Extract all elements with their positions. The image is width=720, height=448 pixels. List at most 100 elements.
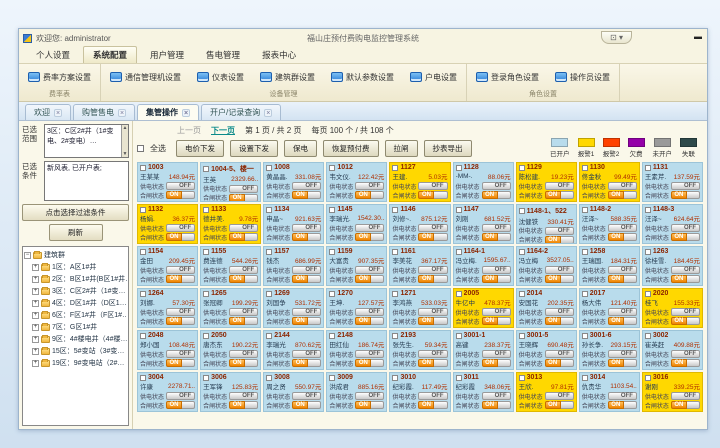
card-checkbox[interactable] <box>329 375 335 381</box>
supply-off-toggle[interactable]: OFF <box>166 392 195 400</box>
supply-off-toggle[interactable]: OFF <box>608 392 637 400</box>
breaker-off-stub[interactable] <box>561 317 574 325</box>
breaker-on-button[interactable]: ON <box>292 359 308 367</box>
breaker-toggle[interactable]: ON <box>545 317 574 325</box>
breaker-off-stub[interactable] <box>245 401 258 409</box>
supply-off-toggle[interactable]: OFF <box>355 308 384 316</box>
tab-close-icon[interactable]: × <box>182 109 190 117</box>
ribbon-button[interactable]: 通信管理机设置 <box>107 70 184 85</box>
meter-card[interactable]: 1003 王某某 148.94元 供电状态 OFF 合闸状态 ON <box>137 162 198 202</box>
meter-card[interactable]: 1012 韦文仪. 122.42元 供电状态 OFF 合闸状态 ON <box>326 162 387 202</box>
card-checkbox[interactable] <box>329 291 335 297</box>
breaker-toggle[interactable]: ON <box>482 317 511 325</box>
card-checkbox[interactable] <box>456 333 462 339</box>
breaker-on-button[interactable]: ON <box>482 359 498 367</box>
supply-off-toggle[interactable]: OFF <box>292 392 321 400</box>
breaker-toggle[interactable]: ON <box>671 359 700 367</box>
meter-card[interactable]: 1269 刘国争 531.72元 供电状态 OFF 合闸状态 ON <box>263 288 324 328</box>
meter-card[interactable]: 1131 王素芹. 137.59元 供电状态 OFF 合闸状态 ON <box>642 162 703 202</box>
meter-card[interactable]: 2005 牛亿中 478.37元 供电状态 OFF 合闸状态 ON <box>453 288 514 328</box>
card-checkbox[interactable] <box>203 291 209 297</box>
tree-item[interactable]: + 19区：9#变电站（2#… <box>24 357 127 369</box>
meter-card[interactable]: 3013 王欣. 97.81元 供电状态 OFF 合闸状态 ON <box>516 372 577 412</box>
breaker-on-button[interactable]: ON <box>355 401 371 409</box>
breaker-on-button[interactable]: ON <box>418 359 434 367</box>
meter-card[interactable]: 3006 王军锋 125.83元 供电状态 OFF 合闸状态 ON <box>200 372 261 412</box>
card-checkbox[interactable] <box>266 207 272 213</box>
breaker-off-stub[interactable] <box>434 401 447 409</box>
card-checkbox[interactable] <box>266 375 272 381</box>
breaker-off-stub[interactable] <box>624 317 637 325</box>
breaker-toggle[interactable]: ON <box>545 275 574 283</box>
breaker-off-stub[interactable] <box>308 359 321 367</box>
supply-off-toggle[interactable]: OFF <box>355 182 384 190</box>
meter-card[interactable]: 1155 费连德 544.26元 供电状态 OFF 合闸状态 ON <box>200 246 261 286</box>
document-tab[interactable]: 集管操作 × <box>137 104 199 120</box>
breaker-toggle[interactable]: ON <box>229 359 258 367</box>
breaker-off-stub[interactable] <box>687 233 700 241</box>
refresh-button[interactable]: 刷新 <box>49 224 103 241</box>
breaker-on-button[interactable]: ON <box>418 233 434 241</box>
breaker-toggle[interactable]: ON <box>418 191 447 199</box>
breaker-toggle[interactable]: ON <box>292 401 321 409</box>
breaker-on-button[interactable]: ON <box>229 194 245 202</box>
ribbon-button[interactable]: 默认参数设置 <box>328 70 397 85</box>
breaker-toggle[interactable]: ON <box>482 233 511 241</box>
supply-off-toggle[interactable]: OFF <box>166 266 195 274</box>
toolbar-button[interactable]: 抄表导出 <box>424 140 472 157</box>
breaker-on-button[interactable]: ON <box>418 401 434 409</box>
supply-off-toggle[interactable]: OFF <box>418 350 447 358</box>
menu-item[interactable]: 个人设置 <box>27 47 79 63</box>
breaker-off-stub[interactable] <box>561 275 574 283</box>
breaker-toggle[interactable]: ON <box>608 317 637 325</box>
card-checkbox[interactable] <box>519 333 525 339</box>
breaker-toggle[interactable]: ON <box>355 317 384 325</box>
card-checkbox[interactable] <box>140 291 146 297</box>
breaker-toggle[interactable]: ON <box>229 194 258 202</box>
breaker-on-button[interactable]: ON <box>418 275 434 283</box>
breaker-off-stub[interactable] <box>624 191 637 199</box>
expand-icon[interactable]: + <box>32 312 39 319</box>
breaker-on-button[interactable]: ON <box>482 191 498 199</box>
scroll-down-icon[interactable]: ▼ <box>122 151 128 157</box>
selected-range-box[interactable]: 3区：C区2#井（1#变电、2#变电）… ▲▼ <box>44 124 129 158</box>
breaker-off-stub[interactable] <box>561 359 574 367</box>
breaker-toggle[interactable]: ON <box>482 275 511 283</box>
toolbar-button[interactable]: 保电 <box>284 140 317 157</box>
breaker-toggle[interactable]: ON <box>166 401 195 409</box>
meter-card[interactable]: 1258 王瑞国. 184.31元 供电状态 OFF 合闸状态 ON <box>579 246 640 286</box>
supply-off-toggle[interactable]: OFF <box>355 266 384 274</box>
card-checkbox[interactable] <box>519 208 525 214</box>
breaker-off-stub[interactable] <box>245 194 258 202</box>
meter-card[interactable]: 3011 纪彩霞 348.06元 供电状态 OFF 合闸状态 ON <box>453 372 514 412</box>
supply-off-toggle[interactable]: OFF <box>229 350 258 358</box>
meter-card[interactable]: 3009 洪成君 885.16元 供电状态 OFF 合闸状态 ON <box>326 372 387 412</box>
breaker-on-button[interactable]: ON <box>671 359 687 367</box>
breaker-on-button[interactable]: ON <box>608 317 624 325</box>
breaker-toggle[interactable]: ON <box>166 233 195 241</box>
card-checkbox[interactable] <box>140 249 146 255</box>
breaker-off-stub[interactable] <box>687 191 700 199</box>
breaker-off-stub[interactable] <box>498 275 511 283</box>
breaker-on-button[interactable]: ON <box>608 401 624 409</box>
selected-condition-box[interactable]: 新风表, 已开户表; <box>44 161 129 201</box>
supply-off-toggle[interactable]: OFF <box>229 224 258 232</box>
card-checkbox[interactable] <box>645 207 651 213</box>
expand-icon[interactable]: + <box>32 288 39 295</box>
breaker-off-stub[interactable] <box>308 275 321 283</box>
breaker-off-stub[interactable] <box>498 317 511 325</box>
meter-card[interactable]: 3008 周之贤 550.97元 供电状态 OFF 合闸状态 ON <box>263 372 324 412</box>
supply-off-toggle[interactable]: OFF <box>545 350 574 358</box>
meter-card[interactable]: 1265 张冠卿 199.29元 供电状态 OFF 合闸状态 ON <box>200 288 261 328</box>
breaker-toggle[interactable]: ON <box>418 275 447 283</box>
card-checkbox[interactable] <box>519 249 525 255</box>
card-checkbox[interactable] <box>645 375 651 381</box>
supply-off-toggle[interactable]: OFF <box>545 227 574 235</box>
card-checkbox[interactable] <box>582 249 588 255</box>
tab-close-icon[interactable]: × <box>118 109 126 117</box>
breaker-on-button[interactable]: ON <box>608 233 624 241</box>
supply-off-toggle[interactable]: OFF <box>166 350 195 358</box>
supply-off-toggle[interactable]: OFF <box>292 266 321 274</box>
card-checkbox[interactable] <box>266 249 272 255</box>
breaker-toggle[interactable]: ON <box>418 233 447 241</box>
